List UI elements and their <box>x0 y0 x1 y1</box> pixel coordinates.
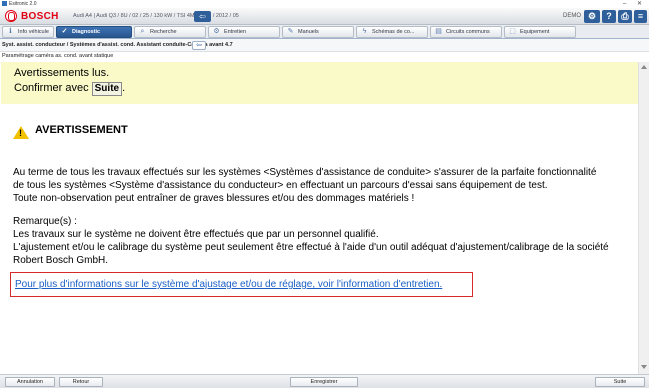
tab-label: Recherche <box>150 29 177 35</box>
confirmation-notice: Avertissements lus. Confirmer avec Suite… <box>1 62 638 104</box>
print-icon[interactable]: ⎙ <box>618 10 632 23</box>
breadcrumb: Syst. assist. conducteur / Systèmes d'as… <box>0 39 649 52</box>
app-icon <box>2 1 7 6</box>
tab-label: Equipement <box>520 29 550 35</box>
next-button[interactable]: Suite <box>595 377 645 387</box>
info-link-box: Pour plus d'informations sur le système … <box>10 272 473 297</box>
settings-icon[interactable]: ⚙ <box>584 10 600 23</box>
window-title-bar: Esitronic 2.0 – ✕ <box>0 0 649 8</box>
brand-name: BOSCH <box>21 11 59 22</box>
gears-icon: ⚙ <box>213 28 220 35</box>
back-button[interactable]: Retour <box>59 377 103 387</box>
remark-text-line: Les travaux sur le système ne doivent êt… <box>13 229 379 240</box>
record-button[interactable]: Enregistrer <box>290 377 358 387</box>
tab-schemas[interactable]: ϟ Schémas de co... <box>356 26 428 38</box>
remark-text-line: Robert Bosch GmbH. <box>13 255 109 266</box>
footer-bar: Annulation Retour Enregistrer Suite <box>0 374 649 388</box>
suite-key-label: Suite <box>91 82 123 96</box>
notice-prefix: Confirmer avec <box>14 82 92 94</box>
warning-text-line: Toute non-observation peut entraîner de … <box>13 193 415 204</box>
remark-text-line: L'ajustement et/ou le calibrage du systè… <box>13 242 609 253</box>
tab-label: Circuits communs <box>446 29 490 35</box>
vehicle-back-button[interactable]: ⇦ <box>194 11 211 22</box>
tab-label: Info véhicule <box>18 29 49 35</box>
folder-icon: ▤ <box>435 28 442 35</box>
warning-text-line: de tous les systèmes <Système d'assistan… <box>13 180 548 191</box>
window-title: Esitronic 2.0 <box>9 1 37 7</box>
tab-diagnostic[interactable]: ✓ Diagnostic <box>56 26 132 38</box>
close-button[interactable]: ✕ <box>637 0 642 8</box>
tab-manuels[interactable]: ✎ Manuels <box>282 26 354 38</box>
cancel-button[interactable]: Annulation <box>5 377 55 387</box>
tab-entretien[interactable]: ⚙ Entretien <box>208 26 280 38</box>
diagnostic-icon: ✓ <box>61 28 68 35</box>
breadcrumb-back-button[interactable]: ⇦ <box>192 41 206 50</box>
remarks-heading: Remarque(s) : <box>13 216 77 227</box>
page-subtitle: Paramétrage caméra as. cond. avant stati… <box>2 53 114 59</box>
vehicle-info: Audi A4 | Audi Q3 / 8U / 02 / 25 / 130 k… <box>73 13 239 19</box>
tab-label: Diagnostic <box>72 29 101 35</box>
tab-label: Entretien <box>224 29 247 35</box>
warning-triangle-icon <box>13 126 29 139</box>
tab-info-vehicule[interactable]: ℹ Info véhicule <box>2 26 54 38</box>
help-icon[interactable]: ? <box>602 10 616 23</box>
equipment-icon: ⬚ <box>509 28 516 35</box>
app-header: BOSCH Audi A4 | Audi Q3 / 8U / 02 / 25 /… <box>0 8 649 25</box>
bosch-logo-icon <box>5 10 17 22</box>
tab-recherche[interactable]: ⌕ Recherche <box>134 26 206 38</box>
scroll-down-icon[interactable] <box>641 365 647 369</box>
main-tabs: ℹ Info véhicule ✓ Diagnostic ⌕ Recherche… <box>0 25 649 39</box>
info-icon: ℹ <box>9 28 12 35</box>
notice-suffix: . <box>122 82 126 94</box>
search-icon: ⌕ <box>140 28 145 35</box>
demo-label: DEMO <box>563 13 581 19</box>
content-scrollbar[interactable] <box>638 62 649 374</box>
menu-icon[interactable]: ≡ <box>634 10 647 23</box>
notice-line-1: Avertissements lus. <box>14 67 110 79</box>
tab-label: Manuels <box>298 29 319 35</box>
tab-equipement[interactable]: ⬚ Equipement <box>504 26 576 38</box>
warning-text-line: Au terme de tous les travaux effectués s… <box>13 167 597 178</box>
service-info-link[interactable]: Pour plus d'informations sur le système … <box>15 279 442 290</box>
minimize-button[interactable]: – <box>623 0 626 8</box>
warning-title: AVERTISSEMENT <box>35 124 128 136</box>
wrench-icon: ✎ <box>287 28 294 35</box>
tab-circuits-communs[interactable]: ▤ Circuits communs <box>430 26 502 38</box>
tab-label: Schémas de co... <box>372 29 415 35</box>
lightning-icon: ϟ <box>362 28 367 35</box>
notice-line-2: Confirmer avec Suite. <box>14 82 125 96</box>
scroll-up-icon[interactable] <box>641 65 647 69</box>
